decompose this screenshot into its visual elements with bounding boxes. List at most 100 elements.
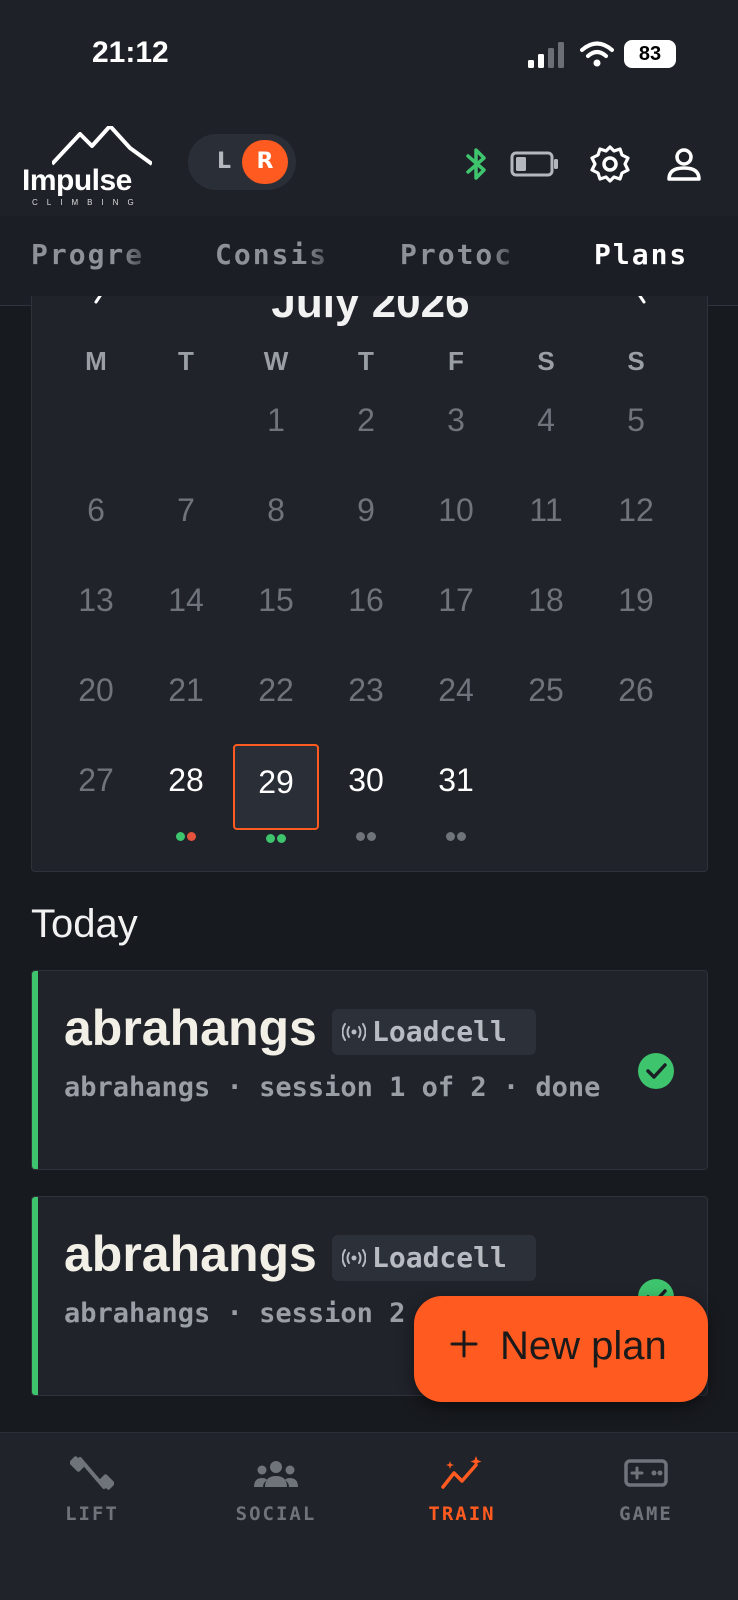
calendar-day[interactable]: 10 <box>413 474 499 560</box>
bluetooth-icon[interactable] <box>454 142 498 186</box>
calendar-day[interactable]: 2 <box>323 384 409 470</box>
calendar-day[interactable]: 18 <box>503 564 589 650</box>
calendar-day[interactable]: 20 <box>53 654 139 740</box>
calendar-day[interactable]: 13 <box>53 564 139 650</box>
nav-lift[interactable]: LIFT <box>22 1453 162 1525</box>
status-time: 21:12 <box>92 36 169 69</box>
calendar-day[interactable]: 24 <box>413 654 499 740</box>
nav-social[interactable]: SOCIAL <box>206 1453 346 1525</box>
calendar-day[interactable]: 23 <box>323 654 409 740</box>
calendar-day[interactable]: 8 <box>233 474 319 560</box>
hand-left-option[interactable]: L <box>206 144 242 180</box>
calendar-day[interactable]: 11 <box>503 474 589 560</box>
check-circle-icon <box>638 1053 674 1089</box>
calendar-day[interactable]: 17 <box>413 564 499 650</box>
trend-icon <box>441 1456 482 1489</box>
calendar-day[interactable]: 5 <box>593 384 679 470</box>
status-bar: 21:12 83 <box>0 0 738 110</box>
calendar-day[interactable]: 16 <box>323 564 409 650</box>
day-number: 17 <box>438 582 474 618</box>
day-number: 3 <box>447 402 465 438</box>
calendar-day[interactable]: 26 <box>593 654 679 740</box>
gear-icon[interactable] <box>588 142 632 186</box>
session-subtitle: abrahangs · session 1 of 2 · done <box>64 1072 601 1103</box>
day-number: 28 <box>168 762 204 798</box>
nav-train[interactable]: TRAIN <box>392 1453 532 1525</box>
day-number: 5 <box>627 402 645 438</box>
calendar-day[interactable]: 4 <box>503 384 589 470</box>
day-number: 10 <box>438 492 474 528</box>
session-card[interactable]: abrahangs Loadcell abrahangs · session 1… <box>31 970 708 1170</box>
day-number: 27 <box>78 762 114 798</box>
loadcell-signal-icon <box>342 1023 366 1041</box>
nav-lift-label: LIFT <box>65 1503 119 1525</box>
calendar-day[interactable]: 28 <box>143 744 229 841</box>
day-number: 24 <box>438 672 474 708</box>
impulse-logo: Impulse CLIMBING <box>22 126 162 207</box>
device-badge: Loadcell <box>332 1009 536 1055</box>
tab-fade <box>489 216 529 305</box>
weekday-label: S <box>627 346 645 376</box>
calendar: July 2026 MTWTFSS 1 2 3 4 5 6 7 8 9 10 11 12 13 14 15 1… <box>31 296 708 872</box>
new-plan-button[interactable]: New plan <box>414 1296 708 1402</box>
day-number: 18 <box>528 582 564 618</box>
profile-icon[interactable] <box>662 142 706 186</box>
tab-plans[interactable]: Plans <box>594 238 688 298</box>
nav-social-label: SOCIAL <box>235 1503 317 1525</box>
cellular-signal-icon <box>528 42 564 68</box>
day-number: 22 <box>258 672 294 708</box>
session-marker-dot <box>446 832 455 841</box>
nav-game[interactable]: GAME <box>576 1453 716 1525</box>
session-marker-dot <box>457 832 466 841</box>
chevron-right-icon[interactable] <box>628 296 652 320</box>
day-number: 26 <box>618 672 654 708</box>
calendar-day[interactable]: 22 <box>233 654 319 740</box>
calendar-day[interactable]: 21 <box>143 654 229 740</box>
calendar-day[interactable]: 19 <box>593 564 679 650</box>
session-markers <box>323 806 409 841</box>
loadcell-signal-icon <box>342 1249 366 1267</box>
calendar-day[interactable]: 14 <box>143 564 229 650</box>
session-markers <box>143 806 229 841</box>
day-number: 9 <box>357 492 375 528</box>
day-number: 19 <box>618 582 654 618</box>
device-battery-icon[interactable] <box>510 142 560 186</box>
hand-toggle[interactable]: L R <box>188 134 296 190</box>
today-heading: Today <box>31 902 138 946</box>
day-number: 16 <box>348 582 384 618</box>
session-markers <box>413 806 499 841</box>
status-battery: 83 <box>624 40 676 68</box>
day-number: 1 <box>267 402 285 438</box>
calendar-day[interactable]: 1 <box>233 384 319 470</box>
session-marker-dot <box>176 832 185 841</box>
device-badge: Loadcell <box>332 1235 536 1281</box>
calendar-day[interactable]: 31 <box>413 744 499 841</box>
calendar-day[interactable]: 6 <box>53 474 139 560</box>
dumbbell-icon <box>70 1456 114 1490</box>
hand-right-option[interactable]: R <box>242 140 288 184</box>
calendar-day[interactable]: 30 <box>323 744 409 841</box>
gamepad-icon <box>624 1459 668 1487</box>
calendar-day[interactable]: 25 <box>503 654 589 740</box>
weekday-label: S <box>537 346 555 376</box>
calendar-day[interactable]: 9 <box>323 474 409 560</box>
nav-train-label: TRAIN <box>428 1503 496 1525</box>
device-badge-label: Loadcell <box>372 1015 507 1048</box>
calendar-day[interactable]: 27 <box>53 744 139 830</box>
day-number: 2 <box>357 402 375 438</box>
calendar-month-label: July 2026 <box>271 296 470 327</box>
weekday-label: T <box>358 346 374 376</box>
session-marker-dot <box>367 832 376 841</box>
day-number: 23 <box>348 672 384 708</box>
session-marker-dot <box>277 834 286 843</box>
tab-fade <box>120 216 160 305</box>
day-number: 6 <box>87 492 105 528</box>
calendar-day[interactable]: 12 <box>593 474 679 560</box>
calendar-day[interactable]: 3 <box>413 384 499 470</box>
new-plan-label: New plan <box>500 1324 667 1368</box>
calendar-day[interactable]: 15 <box>233 564 319 650</box>
wifi-icon <box>580 41 614 67</box>
calendar-day[interactable]: 7 <box>143 474 229 560</box>
calendar-day[interactable]: 29 <box>233 744 319 843</box>
day-number: 13 <box>78 582 114 618</box>
